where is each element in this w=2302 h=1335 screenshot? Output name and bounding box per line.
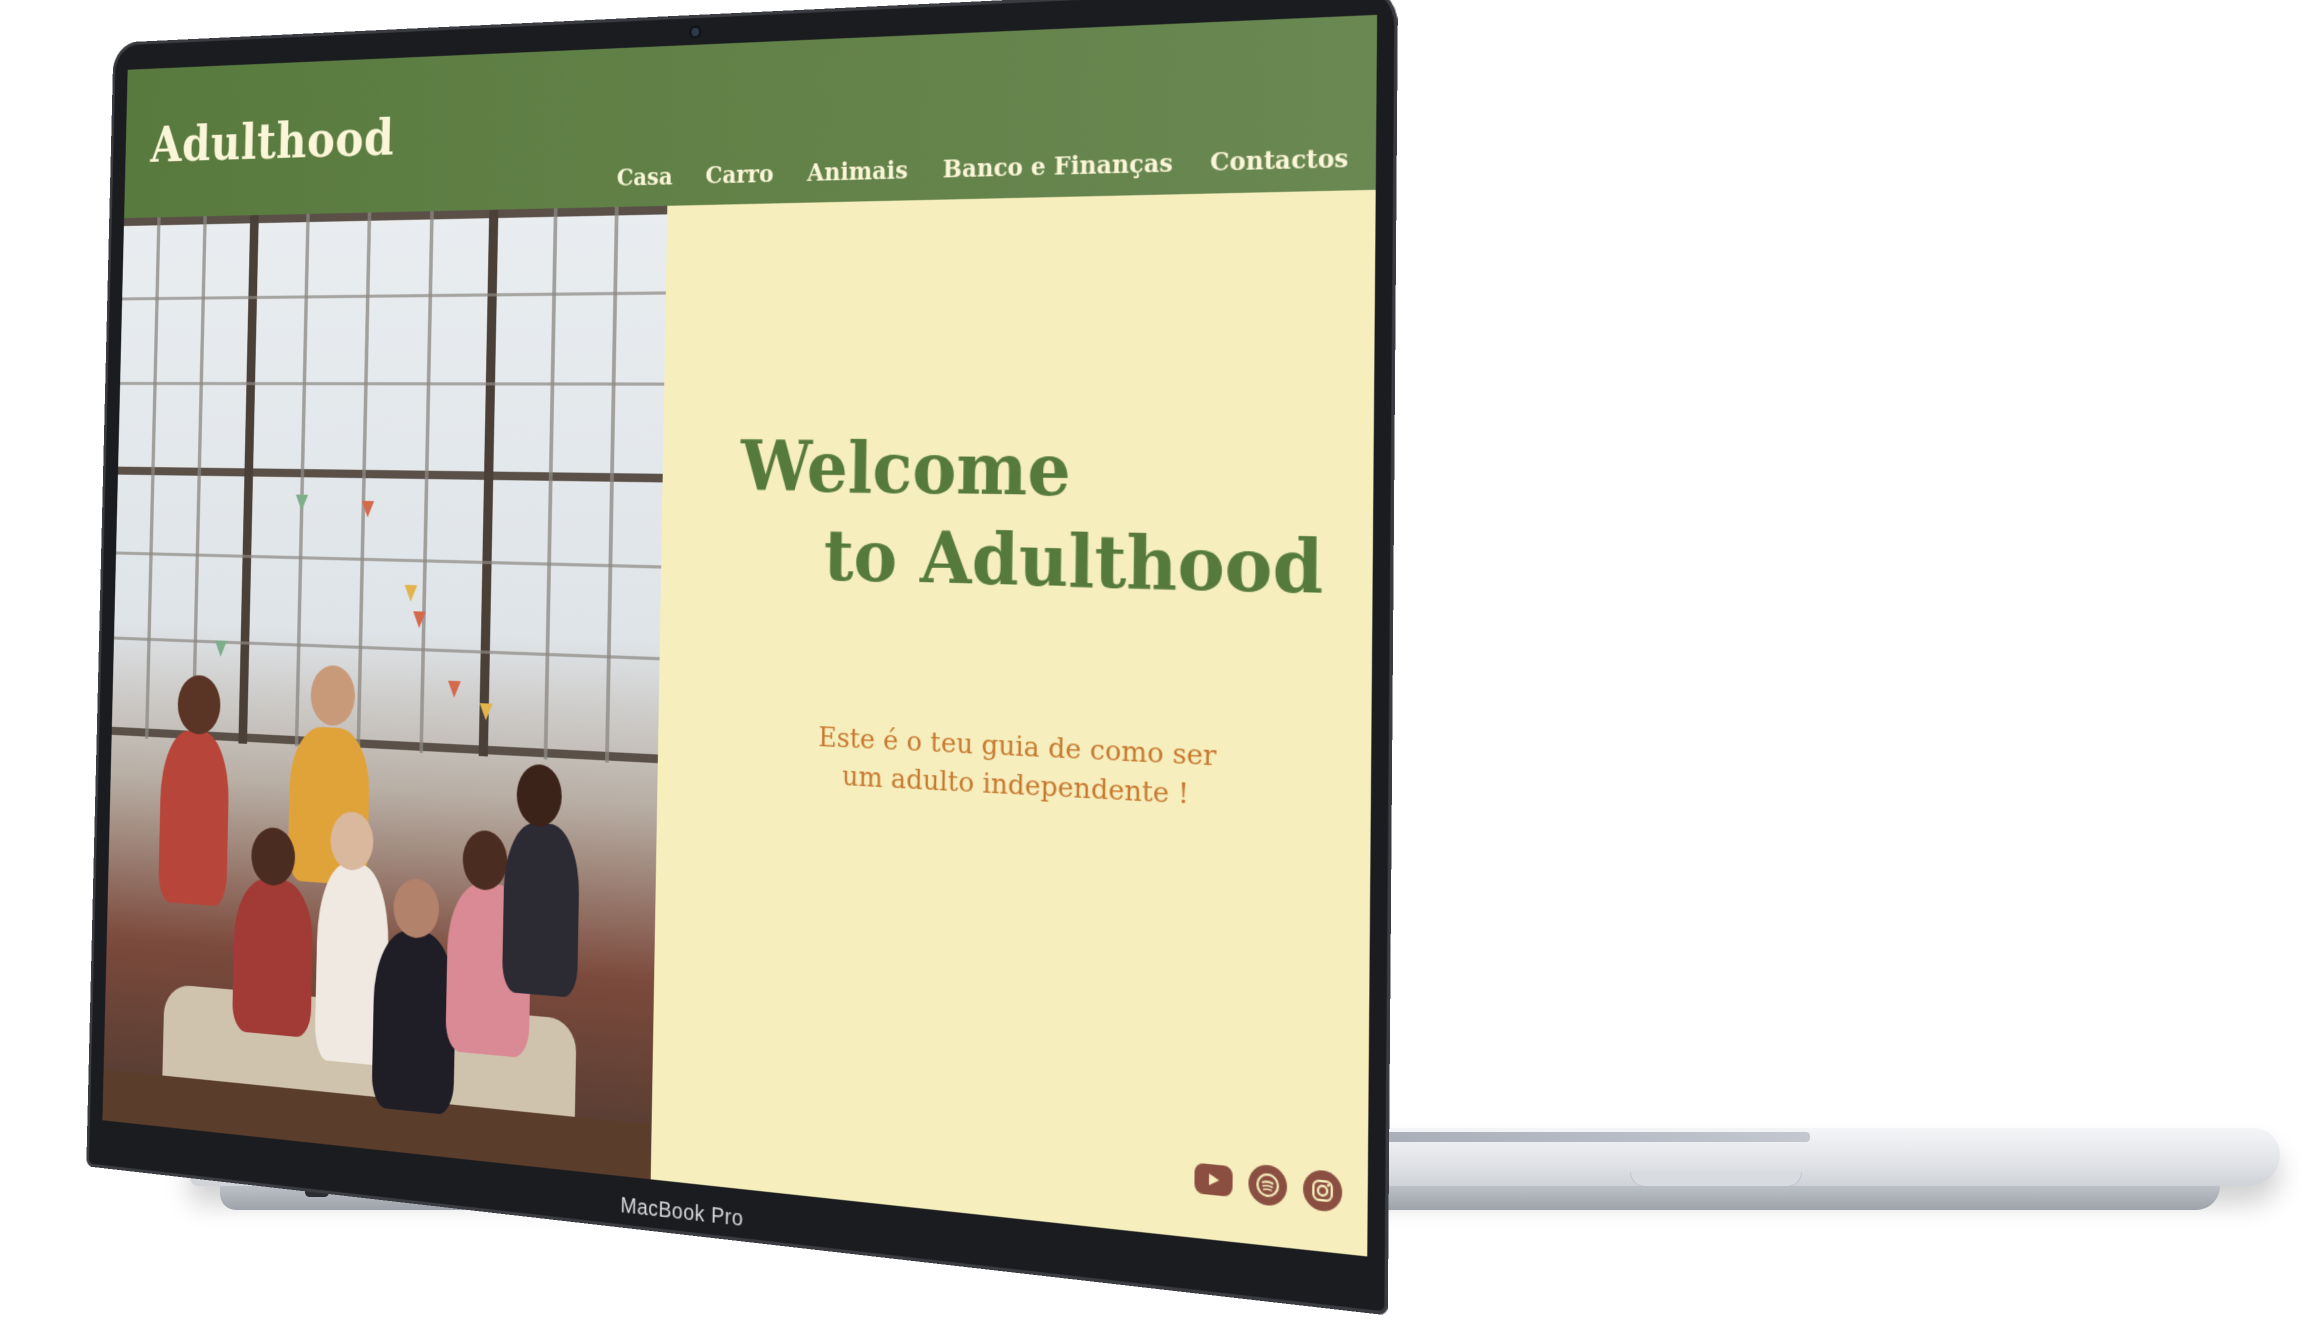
nav-item-animais[interactable]: Animais <box>807 156 908 187</box>
hero-title-line2: to Adulthood <box>823 514 1323 611</box>
screen-perspective: Adulthood Casa Carro Animais Banco e Fin… <box>0 0 2302 1335</box>
hero-text-panel: Welcome to Adulthood Este é o teu guia d… <box>651 190 1376 1257</box>
window-mullion <box>605 207 619 763</box>
window-mullion <box>544 208 558 759</box>
bunting-flag <box>404 585 417 602</box>
bunting-flag <box>215 640 227 657</box>
nav-item-contactos[interactable]: Contactos <box>1210 144 1349 178</box>
bunting-flag <box>413 611 426 628</box>
bunting-flag <box>296 495 309 512</box>
mockup-stage: Adulthood Casa Carro Animais Banco e Fin… <box>0 0 2302 1335</box>
bunting-flag <box>361 501 374 518</box>
youtube-icon[interactable] <box>1194 1163 1232 1197</box>
window-mullion <box>295 214 310 747</box>
website: Adulthood Casa Carro Animais Banco e Fin… <box>102 15 1377 1257</box>
nav-item-banco-financas[interactable]: Banco e Finanças <box>943 149 1173 184</box>
nav-item-carro[interactable]: Carro <box>705 160 774 190</box>
hero-title-line1: Welcome <box>740 426 1071 513</box>
person <box>158 729 230 906</box>
social-links <box>1194 1158 1342 1213</box>
window-mullion <box>191 216 206 741</box>
hero-photo <box>102 206 667 1179</box>
window-mullion <box>357 213 372 750</box>
site-logo[interactable]: Adulthood <box>150 109 395 174</box>
person <box>462 829 507 891</box>
person <box>232 877 314 1039</box>
bunting-flag <box>479 703 492 721</box>
main-nav: Casa Carro Animais Banco e Finanças Cont… <box>617 144 1349 192</box>
person <box>310 665 355 727</box>
hero-subtitle: Este é o teu guia de como ser um adulto … <box>795 717 1241 816</box>
nav-item-casa[interactable]: Casa <box>617 163 673 192</box>
person <box>371 928 456 1115</box>
person <box>516 763 562 827</box>
person <box>502 821 580 998</box>
window-mullion <box>145 217 161 738</box>
window-frame <box>238 215 258 744</box>
person <box>393 877 440 939</box>
window-frame <box>479 210 499 757</box>
camera-icon <box>691 28 699 37</box>
instagram-icon[interactable] <box>1303 1169 1342 1213</box>
window-mullion <box>419 211 433 753</box>
bunting-flag <box>448 681 461 698</box>
laptop-screen-bezel: Adulthood Casa Carro Animais Banco e Fin… <box>86 0 1398 1315</box>
person <box>177 674 221 735</box>
site-header: Adulthood Casa Carro Animais Banco e Fin… <box>124 15 1377 218</box>
spotify-icon[interactable] <box>1248 1163 1287 1207</box>
